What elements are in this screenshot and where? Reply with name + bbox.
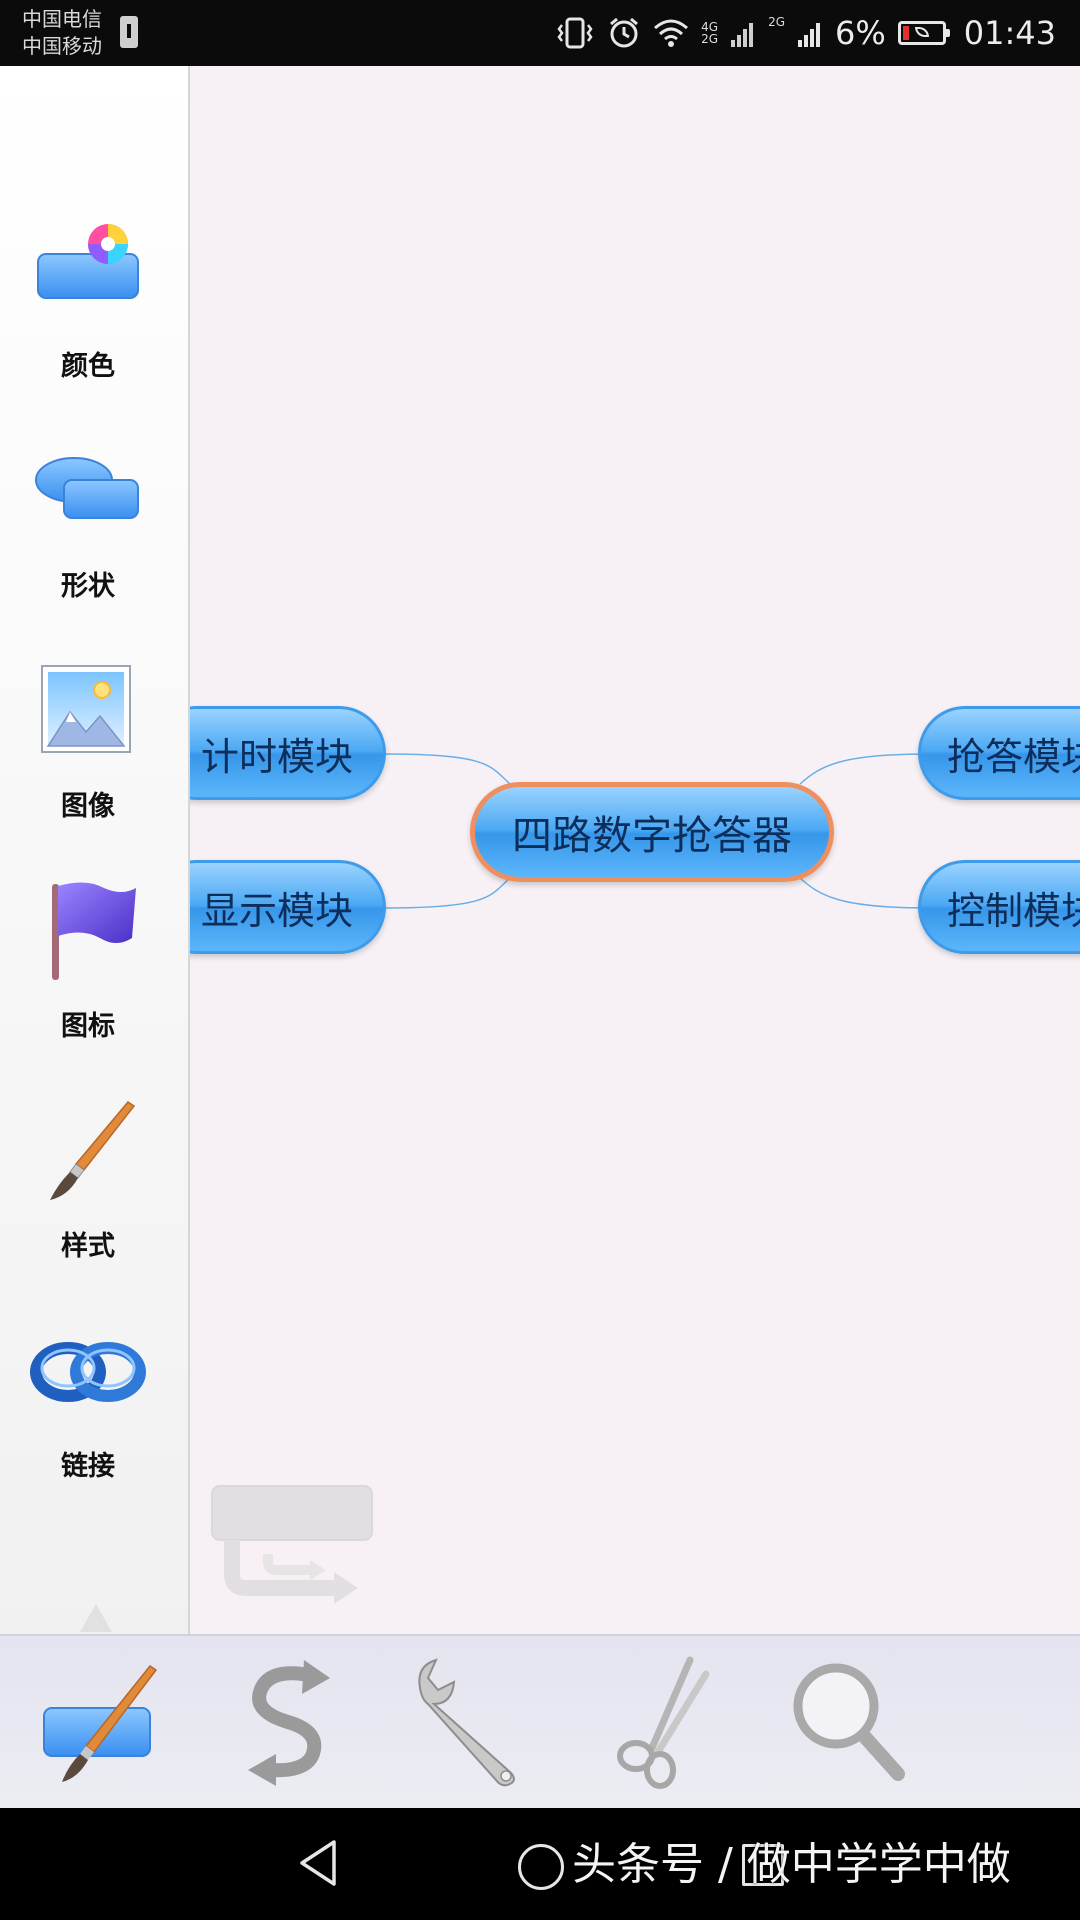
tool-settings[interactable] <box>402 1652 542 1792</box>
alarm-icon <box>610 17 639 48</box>
sidebar-item-color[interactable]: 颜色 <box>0 216 176 406</box>
status-bar: 中国电信 中国移动 4G 2G 2G 6% 01:43 <box>0 0 1080 66</box>
sidebar-item-label: 链接 <box>61 1451 115 1482</box>
system-navigation-bar: 头条号 / 做中学学中做 <box>0 1808 1080 1920</box>
undo-icon <box>248 1660 330 1786</box>
clock: 01:43 <box>963 14 1056 52</box>
scroll-up-arrow-icon[interactable] <box>80 1604 112 1632</box>
sidebar-item-label: 颜色 <box>61 351 115 382</box>
sidebar-item-label: 图像 <box>61 791 115 822</box>
sidebar-item-style[interactable]: 样式 <box>0 1096 176 1286</box>
battery-icon <box>897 21 950 45</box>
topic-right-top[interactable]: 抢答模块 <box>918 706 1080 800</box>
link-icon <box>30 1342 146 1402</box>
sidebar-item-icon[interactable]: 图标 <box>0 876 176 1066</box>
network-type-2: 2G <box>768 15 786 29</box>
back-icon[interactable] <box>296 1838 340 1888</box>
style-tool-icon <box>43 1664 158 1782</box>
layout-toggle-icon[interactable] <box>208 1482 378 1612</box>
scissors-icon <box>617 1656 710 1789</box>
shape-icon <box>35 457 139 519</box>
vibrate-icon <box>557 17 593 49</box>
topic-right-bottom[interactable]: 控制模块 <box>918 860 1080 954</box>
mindmap-canvas[interactable]: 计时模块 显示模块 四路数字抢答器 抢答模块 控制模块 <box>190 66 1080 1634</box>
central-topic[interactable]: 四路数字抢答器 <box>470 782 834 882</box>
tool-format[interactable] <box>34 1652 174 1792</box>
image-icon <box>41 665 131 753</box>
sidebar-item-label: 形状 <box>61 571 115 602</box>
signal-1-icon <box>731 23 754 47</box>
signal-2-icon <box>798 23 821 47</box>
magnifier-icon <box>793 1663 905 1781</box>
network-label-2g: 2G <box>701 32 719 46</box>
flag-icon <box>52 882 136 980</box>
wrench-icon <box>418 1658 515 1787</box>
status-icons: 4G 2G 2G 6% 01:43 <box>555 0 1056 66</box>
tool-undo[interactable] <box>218 1652 358 1792</box>
carrier-info: 中国电信 中国移动 <box>22 6 102 60</box>
brush-icon <box>50 1101 136 1200</box>
carrier-2: 中国移动 <box>22 34 102 58</box>
topic-left-top[interactable]: 计时模块 <box>190 706 386 800</box>
wifi-icon <box>654 19 689 47</box>
sidebar-item-label: 图标 <box>61 1011 115 1042</box>
battery-percent: 6% <box>835 14 886 52</box>
sidebar-item-link[interactable]: 链接 <box>0 1316 176 1506</box>
sim-card-icon <box>120 16 138 48</box>
format-sidebar: 颜色 形状 图像 图标 样式 链接 <box>0 66 190 1634</box>
watermark-text: 头条号 / 做中学学中做 <box>572 1839 1011 1890</box>
sidebar-item-shape[interactable]: 形状 <box>0 436 176 626</box>
carrier-1: 中国电信 <box>22 7 102 31</box>
topic-left-bottom[interactable]: 显示模块 <box>190 860 386 954</box>
sidebar-item-label: 样式 <box>61 1231 115 1262</box>
network-type-1: 4G 2G <box>701 21 718 45</box>
tool-search[interactable] <box>778 1652 918 1792</box>
bottom-toolbar <box>0 1634 1080 1810</box>
color-icon <box>37 224 139 299</box>
sidebar-item-image[interactable]: 图像 <box>0 656 176 846</box>
tool-cut[interactable] <box>594 1652 734 1792</box>
home-icon[interactable] <box>518 1844 564 1890</box>
